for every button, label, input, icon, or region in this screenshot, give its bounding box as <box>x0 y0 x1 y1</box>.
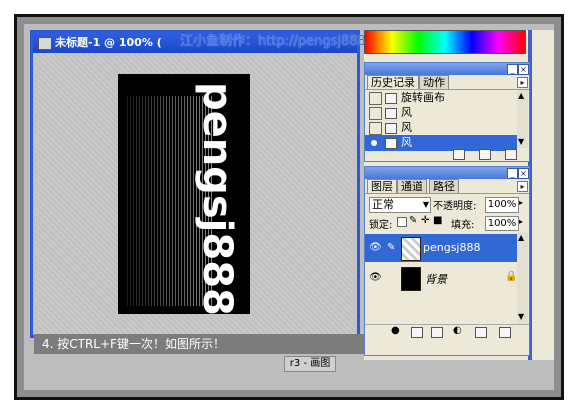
history-list: 旋转画布 风 风 风 ▲ ▼ <box>365 90 529 151</box>
lock-all-icon[interactable]: ■ <box>433 215 442 226</box>
lock-position-icon[interactable]: ✛ <box>421 215 429 226</box>
scroll-up-icon[interactable]: ▲ <box>518 233 524 242</box>
color-ramp[interactable] <box>364 30 526 54</box>
minimize-icon[interactable]: _ <box>507 168 518 179</box>
history-footer <box>365 148 529 160</box>
new-snapshot-icon[interactable] <box>479 149 491 160</box>
tab-channels[interactable]: 通道 <box>397 179 427 193</box>
lock-image-icon[interactable]: ✎ <box>409 215 417 226</box>
history-item[interactable]: 风 <box>365 120 515 136</box>
close-icon[interactable]: × <box>518 64 529 75</box>
status-tab[interactable]: r3 - 画图 <box>284 356 336 372</box>
scroll-up-icon[interactable]: ▲ <box>518 91 524 100</box>
layers-list: 👁 ✎ pengsj888 👁 背景 🔒 ▲ ▼ <box>365 232 529 324</box>
layer-mask-icon[interactable] <box>411 327 423 338</box>
history-icon <box>385 123 397 134</box>
layer-row[interactable]: 👁 背景 🔒 <box>365 264 517 292</box>
layer-row-selected[interactable]: 👁 ✎ pengsj888 <box>365 234 517 262</box>
panel-menu-icon[interactable]: ▸ <box>517 181 528 192</box>
blend-row: 正常 ▼ 不透明度: 100% ▸ <box>365 194 529 214</box>
trash-icon[interactable] <box>499 327 511 338</box>
fill-label: 填充: <box>451 220 475 231</box>
new-set-icon[interactable] <box>431 327 443 338</box>
lock-label: 锁定: <box>369 220 393 231</box>
layers-scrollbar[interactable]: ▲ ▼ <box>517 232 528 324</box>
layer-thumbnail <box>401 267 421 291</box>
history-item[interactable]: 旋转画布 <box>365 90 515 106</box>
fill-arrow-icon[interactable]: ▸ <box>519 217 523 226</box>
layer-name[interactable]: pengsj888 <box>423 241 481 254</box>
lock-row: 锁定: ✎ ✛ ■ 填充: 100% ▸ <box>365 214 529 232</box>
history-scrollbar[interactable]: ▲ ▼ <box>517 90 528 148</box>
trash-icon[interactable] <box>505 149 517 160</box>
history-brush-icon <box>371 140 377 146</box>
tab-actions[interactable]: 动作 <box>419 75 449 89</box>
layer-thumbnail <box>401 237 421 261</box>
layers-tabs: 图层 通道 路径 ▸ <box>365 179 529 194</box>
history-state-box[interactable] <box>369 107 382 120</box>
opacity-input[interactable]: 100% <box>485 197 519 213</box>
document-title: 未标题-1 @ 100% ( <box>55 36 162 49</box>
eye-icon[interactable]: 👁 <box>369 242 382 253</box>
history-item-label: 风 <box>401 121 412 134</box>
history-panel-titlebar[interactable]: _ × <box>365 63 529 75</box>
tab-paths[interactable]: 路径 <box>429 179 459 193</box>
canvas-text: pengsj888 <box>194 82 240 314</box>
lock-icon: 🔒 <box>505 271 518 282</box>
blend-mode-value: 正常 <box>372 198 394 211</box>
fill-input[interactable]: 100% <box>485 216 519 231</box>
history-state-box[interactable] <box>369 92 382 105</box>
history-item-label: 旋转画布 <box>401 91 445 104</box>
layers-panel-titlebar[interactable]: _ × <box>365 167 529 179</box>
layer-name[interactable]: 背景 <box>425 271 447 287</box>
wind-effect-image: pengsj888 <box>126 82 240 314</box>
instruction-caption: 4. 按CTRL+F键一次！如图所示！ <box>34 334 364 354</box>
history-tabs: 历史记录 动作 ▸ <box>365 75 529 90</box>
chevron-down-icon: ▼ <box>422 200 429 209</box>
history-item-label: 风 <box>401 106 412 119</box>
panel-menu-icon[interactable]: ▸ <box>517 77 528 88</box>
brush-icon: ✎ <box>387 242 396 253</box>
opacity-label: 不透明度: <box>433 201 477 212</box>
new-document-from-state-icon[interactable] <box>453 149 465 160</box>
history-icon <box>385 108 397 119</box>
layers-footer: ● ◐ <box>365 324 529 339</box>
scroll-down-icon[interactable]: ▼ <box>518 312 524 321</box>
scroll-down-icon[interactable]: ▼ <box>518 137 524 146</box>
new-layer-icon[interactable] <box>475 327 487 338</box>
layers-panel: _ × 图层 通道 路径 ▸ 正常 ▼ 不透明度: 100% ▸ 锁定: ✎ ✛… <box>364 166 530 356</box>
image-canvas[interactable]: pengsj888 <box>118 74 250 314</box>
tab-layers[interactable]: 图层 <box>367 179 397 193</box>
close-icon[interactable]: × <box>518 168 529 179</box>
adjustment-layer-icon[interactable]: ◐ <box>453 325 462 336</box>
opacity-arrow-icon[interactable]: ▸ <box>519 198 523 207</box>
layer-style-icon[interactable]: ● <box>391 325 400 336</box>
tab-history[interactable]: 历史记录 <box>367 75 419 89</box>
document-icon <box>38 37 52 50</box>
eye-icon[interactable]: 👁 <box>369 272 382 283</box>
history-state-box[interactable] <box>369 122 382 135</box>
blend-mode-select[interactable]: 正常 ▼ <box>369 197 431 213</box>
lock-transparency-icon[interactable] <box>397 217 407 227</box>
history-panel: _ × 历史记录 动作 ▸ 旋转画布 风 风 风 ▲ ▼ <box>364 62 530 162</box>
minimize-icon[interactable]: _ <box>507 64 518 75</box>
history-icon <box>385 93 397 104</box>
caption-text: 4. 按CTRL+F键一次！如图所示！ <box>42 337 225 351</box>
history-item[interactable]: 风 <box>365 105 515 121</box>
